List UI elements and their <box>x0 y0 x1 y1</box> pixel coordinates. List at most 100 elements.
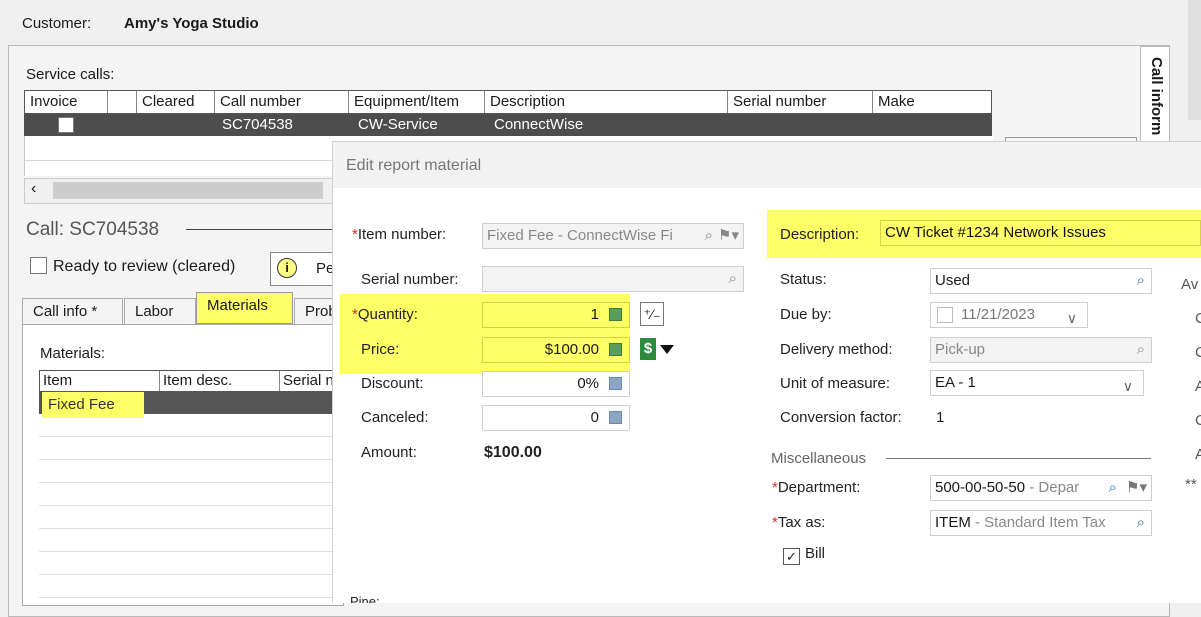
due-by-field[interactable]: 11/21/2023 ∨ <box>930 302 1088 328</box>
item-number-label: *Item number: <box>352 226 447 243</box>
dialog-title-bar[interactable]: Edit report material <box>332 141 1201 189</box>
tax-as-label: *Tax as: <box>772 514 826 531</box>
department-label: *Department: <box>772 479 861 496</box>
divider <box>886 458 1151 459</box>
bill-checkbox[interactable]: ✓ <box>783 548 800 565</box>
item-number-field[interactable]: Fixed Fee - ConnectWise Fi ⌕ ⚑▾ <box>482 223 744 249</box>
search-icon[interactable]: ⌕ <box>705 224 713 248</box>
right-fragment: C <box>1195 344 1201 361</box>
call-number-cell: SC704538 <box>222 116 293 133</box>
right-fragment: A <box>1195 446 1201 463</box>
delivery-method-field[interactable]: Pick-up ⌕ <box>930 337 1152 363</box>
side-tab-label: Call inform <box>1148 57 1165 136</box>
dollar-icon[interactable]: $ <box>640 338 656 360</box>
due-by-checkbox[interactable] <box>937 307 953 323</box>
ready-label: Ready to review (cleared) <box>53 258 236 275</box>
col-item[interactable]: Item <box>40 371 160 391</box>
search-icon[interactable]: ⌕ <box>1137 338 1145 362</box>
materials-label: Materials: <box>40 345 106 362</box>
unit-of-measure-label: Unit of measure: <box>780 375 891 392</box>
table-row[interactable]: SC704538 CW-Service ConnectWise <box>24 114 992 136</box>
tab-call-info[interactable]: Call info * <box>22 298 123 324</box>
amount-label: Amount: <box>361 444 417 461</box>
quantity-label: *Quantity: <box>352 306 418 323</box>
calculator-icon[interactable] <box>609 377 622 390</box>
plus-minus-button[interactable]: ⁺⁄₋ <box>640 302 664 326</box>
calculator-icon[interactable] <box>609 343 622 356</box>
right-fragment: A <box>1195 378 1201 395</box>
chevron-down-icon[interactable]: ∨ <box>1067 306 1077 327</box>
description-cell: ConnectWise <box>494 116 584 133</box>
col-description[interactable]: Description <box>485 91 728 113</box>
conversion-factor-value: 1 <box>936 409 945 426</box>
serial-number-field[interactable]: ⌕ <box>482 266 744 292</box>
calculator-icon[interactable] <box>609 411 622 424</box>
status-field[interactable]: Used ⌕ <box>930 268 1152 294</box>
miscellaneous-label: Miscellaneous <box>771 450 867 467</box>
amount-value: $100.00 <box>484 444 542 461</box>
search-icon[interactable]: ⌕ <box>1108 476 1117 500</box>
divider <box>186 229 336 230</box>
flag-menu-icon[interactable]: ⚑▾ <box>1126 476 1147 500</box>
col-item-desc[interactable]: Item desc. <box>160 371 280 391</box>
status-label: Status: <box>780 271 827 288</box>
conversion-factor-label: Conversion factor: <box>780 409 902 426</box>
pe-button[interactable]: i Pe <box>270 252 334 286</box>
right-fragment: C <box>1195 310 1201 327</box>
col-make[interactable]: Make <box>873 91 991 113</box>
call-title: Call: SC704538 <box>26 219 160 240</box>
bottom-partial-label: Pine: <box>350 594 380 603</box>
table-row[interactable]: Fixed Fee <box>39 392 339 418</box>
service-calls-label: Service calls: <box>26 66 115 83</box>
canceled-label: Canceled: <box>361 409 429 426</box>
tax-as-field[interactable]: ITEM - Standard Item Tax ⌕ <box>930 510 1152 536</box>
tab-materials[interactable]: Materials <box>196 292 293 324</box>
materials-header: Item Item desc. Serial n <box>39 370 339 392</box>
calculator-icon[interactable] <box>609 308 622 321</box>
bill-option[interactable]: ✓ Bill <box>783 545 825 565</box>
department-field[interactable]: 500-00-50-50 - Depar ⌕ ⚑▾ <box>930 475 1152 501</box>
price-menu-arrow-icon[interactable] <box>660 345 674 354</box>
search-icon[interactable]: ⌕ <box>1136 511 1145 535</box>
equipment-cell: CW-Service <box>358 116 438 133</box>
unit-of-measure-select[interactable]: EA - 1 ∨ <box>930 370 1144 396</box>
chevron-down-icon[interactable]: ∨ <box>1123 374 1133 395</box>
tab-labor[interactable]: Labor <box>124 298 196 324</box>
ready-to-review[interactable]: Ready to review (cleared) <box>30 257 235 276</box>
search-icon[interactable]: ⌕ <box>729 267 737 291</box>
discount-field[interactable]: 0% <box>482 371 630 397</box>
canceled-field[interactable]: 0 <box>482 405 630 431</box>
customer-name: Amy's Yoga Studio <box>124 15 259 32</box>
col-call-number[interactable]: Call number <box>215 91 349 113</box>
materials-empty-rows <box>39 414 339 604</box>
col-equipment[interactable]: Equipment/Item <box>349 91 485 113</box>
description-field[interactable]: CW Ticket #1234 Network Issues <box>880 220 1201 246</box>
quantity-field[interactable]: 1 <box>482 302 630 328</box>
right-fragment: C <box>1195 412 1201 429</box>
invoice-checkbox[interactable] <box>58 117 74 133</box>
col-serial-number[interactable]: Serial number <box>728 91 873 113</box>
dialog-title: Edit report material <box>346 157 482 174</box>
discount-label: Discount: <box>361 375 424 392</box>
due-by-label: Due by: <box>780 306 832 323</box>
horizontal-scrollbar[interactable]: ‹ <box>24 178 336 204</box>
price-label: Price: <box>361 341 400 358</box>
right-fragment: Av <box>1181 276 1199 293</box>
serial-number-label: Serial number: <box>361 271 459 288</box>
window-scrollbar[interactable] <box>1188 0 1201 120</box>
right-fragment: ** <box>1185 476 1197 493</box>
col-cleared[interactable]: Cleared <box>137 91 215 113</box>
col-blank[interactable] <box>108 91 137 113</box>
flag-menu-icon[interactable]: ⚑▾ <box>718 224 739 248</box>
search-icon[interactable]: ⌕ <box>1137 269 1145 293</box>
price-field[interactable]: $100.00 <box>482 337 630 363</box>
scroll-left-icon[interactable]: ‹ <box>31 180 36 198</box>
col-serial[interactable]: Serial n <box>280 371 338 391</box>
customer-label: Customer: <box>22 15 92 32</box>
scroll-thumb[interactable] <box>53 182 323 199</box>
delivery-method-label: Delivery method: <box>780 341 893 358</box>
col-invoice[interactable]: Invoice <box>25 91 108 113</box>
service-calls-header: Invoice Cleared Call number Equipment/It… <box>24 90 992 114</box>
description-label: Description: <box>780 226 860 243</box>
ready-checkbox[interactable] <box>30 257 47 274</box>
